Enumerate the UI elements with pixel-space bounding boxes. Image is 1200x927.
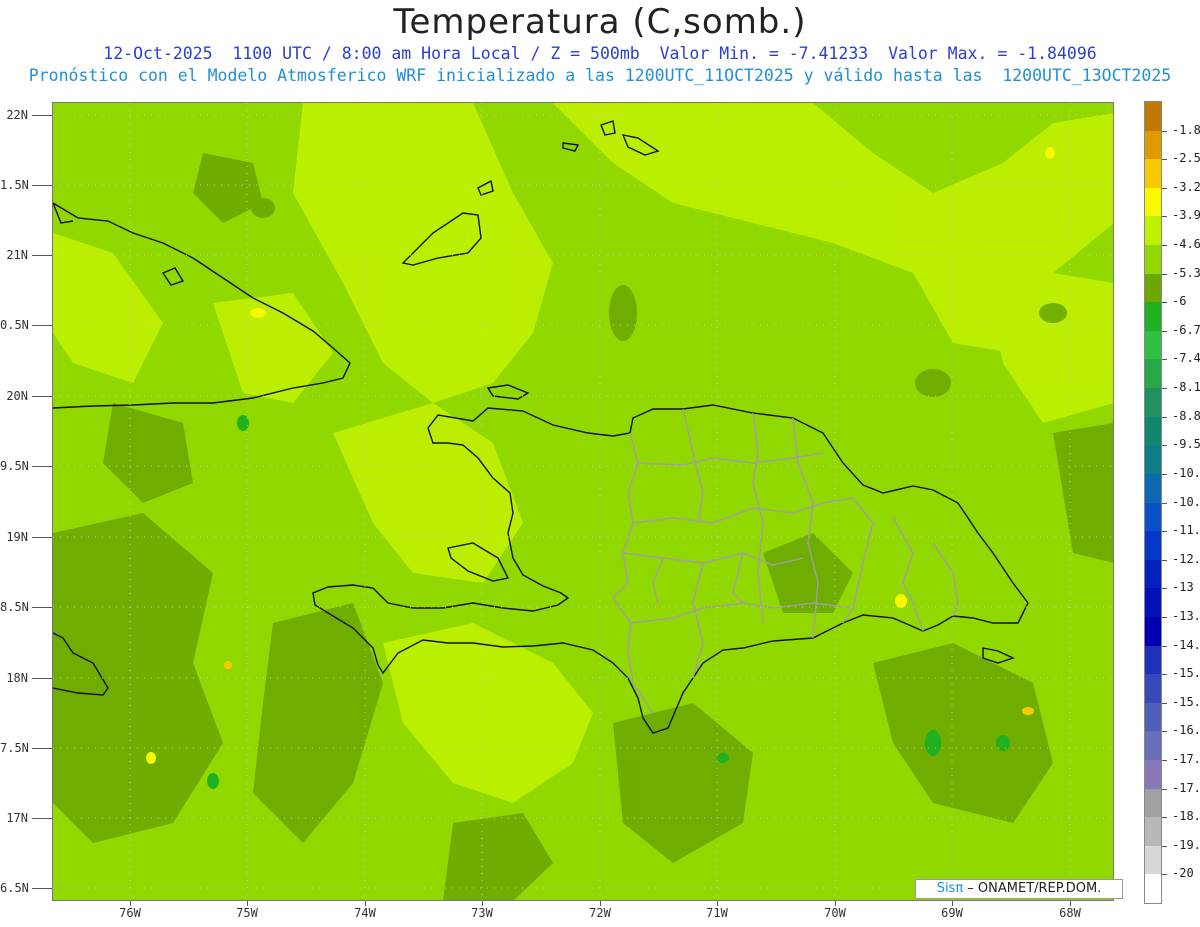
colorbar-label: -15.8 [1172, 694, 1200, 709]
lat-label: 1.5N [0, 178, 29, 192]
lon-label: 72W [589, 906, 611, 920]
colorbar-label: -17.9 [1172, 780, 1200, 795]
lat-label: 6.5N [0, 881, 29, 895]
colorbar-label: -1.8 [1172, 122, 1200, 137]
colorbar-label: -11.6 [1172, 523, 1200, 538]
colorbar-swatch [1145, 159, 1161, 189]
colorbar-label: -13 [1172, 580, 1194, 595]
colorbar-swatch [1145, 702, 1161, 732]
colorbar-swatch [1145, 216, 1161, 246]
colorbar-swatch [1145, 502, 1161, 532]
colorbar-swatch [1145, 588, 1161, 618]
colorbar-label: -7.4 [1172, 351, 1200, 366]
colorbar-swatch [1145, 845, 1161, 875]
colorbar-label: -2.5 [1172, 151, 1200, 166]
colorbar-label: -5.3 [1172, 265, 1200, 280]
colorbar-label: -13.7 [1172, 608, 1200, 623]
lat-label: 7.5N [0, 741, 29, 755]
lat-label: 0.5N [0, 318, 29, 332]
lon-label: 68W [1059, 906, 1081, 920]
colorbar-label: -3.9 [1172, 208, 1200, 223]
map-title: Temperatura (C,somb.) [393, 2, 807, 42]
colorbar-label: -10.9 [1172, 494, 1200, 509]
colorbar-swatch [1145, 102, 1161, 132]
colorbar-label: -6.7 [1172, 322, 1200, 337]
colorbar-label: -20 [1172, 866, 1194, 881]
colorbar-label: -19.3 [1172, 837, 1200, 852]
colorbar-label: -14.4 [1172, 637, 1200, 652]
colorbar-swatch [1145, 330, 1161, 360]
colorbar-swatch [1145, 559, 1161, 589]
lon-label: 76W [119, 906, 141, 920]
colorbar-label: -16.5 [1172, 723, 1200, 738]
colorbar-swatch [1145, 359, 1161, 389]
lat-label: 9.5N [0, 459, 29, 473]
colorbar-swatch [1145, 388, 1161, 418]
lat-label: 21N [6, 248, 28, 262]
map-subtitle-model-info: Pronóstico con el Modelo Atmosferico WRF… [28, 66, 1172, 85]
colorbar-label: -17.2 [1172, 751, 1200, 766]
colorbar-swatch [1145, 416, 1161, 446]
credit-logo: Sisπ [936, 881, 964, 896]
colorbar-swatch [1145, 187, 1161, 217]
colorbar-swatch [1145, 817, 1161, 847]
lat-label: 22N [6, 108, 28, 122]
colorbar-swatch [1145, 788, 1161, 818]
colorbar-swatch [1145, 473, 1161, 503]
colorbar-swatch [1145, 674, 1161, 704]
credit-text: – ONAMET/REP.DOM. [963, 881, 1102, 896]
colorbar-label: -18.6 [1172, 809, 1200, 824]
colorbar-swatch [1145, 273, 1161, 303]
colorbar-label: -8.8 [1172, 408, 1200, 423]
colorbar-swatch [1145, 731, 1161, 761]
lon-label: 71W [706, 906, 728, 920]
colorbar-legend [1144, 101, 1162, 904]
colorbar-swatch [1145, 874, 1161, 904]
lat-label: 17N [6, 811, 28, 825]
colorbar-swatch [1145, 302, 1161, 332]
map-subtitle-time-level: 12-Oct-2025 1100 UTC / 8:00 am Hora Loca… [103, 44, 1097, 63]
colorbar-swatch [1145, 759, 1161, 790]
temperature-map [53, 103, 1114, 901]
credit-box: Sisπ – ONAMET/REP.DOM. [915, 879, 1123, 899]
lon-label: 70W [824, 906, 846, 920]
lon-label: 73W [471, 906, 493, 920]
colorbar-swatch [1145, 616, 1161, 647]
map-canvas [53, 103, 1114, 901]
colorbar-swatch [1145, 531, 1161, 561]
colorbar-label: -15.1 [1172, 666, 1200, 681]
colorbar-label: -3.2 [1172, 179, 1200, 194]
colorbar-label: -10.2 [1172, 465, 1200, 480]
lat-label: 19N [6, 530, 28, 544]
colorbar-label: -8.1 [1172, 380, 1200, 395]
colorbar-label: -12.3 [1172, 551, 1200, 566]
lon-label: 75W [236, 906, 258, 920]
colorbar-swatch [1145, 130, 1161, 160]
colorbar-swatch [1145, 645, 1161, 675]
lat-label: 18N [6, 671, 28, 685]
lat-label: 8.5N [0, 600, 29, 614]
lat-label: 20N [6, 389, 28, 403]
colorbar-label: -6 [1172, 294, 1187, 309]
colorbar-label: -4.6 [1172, 237, 1200, 252]
colorbar-swatch [1145, 245, 1161, 275]
colorbar-swatch [1145, 445, 1161, 475]
lon-label: 74W [354, 906, 376, 920]
lon-label: 69W [941, 906, 963, 920]
colorbar-label: -9.5 [1172, 437, 1200, 452]
